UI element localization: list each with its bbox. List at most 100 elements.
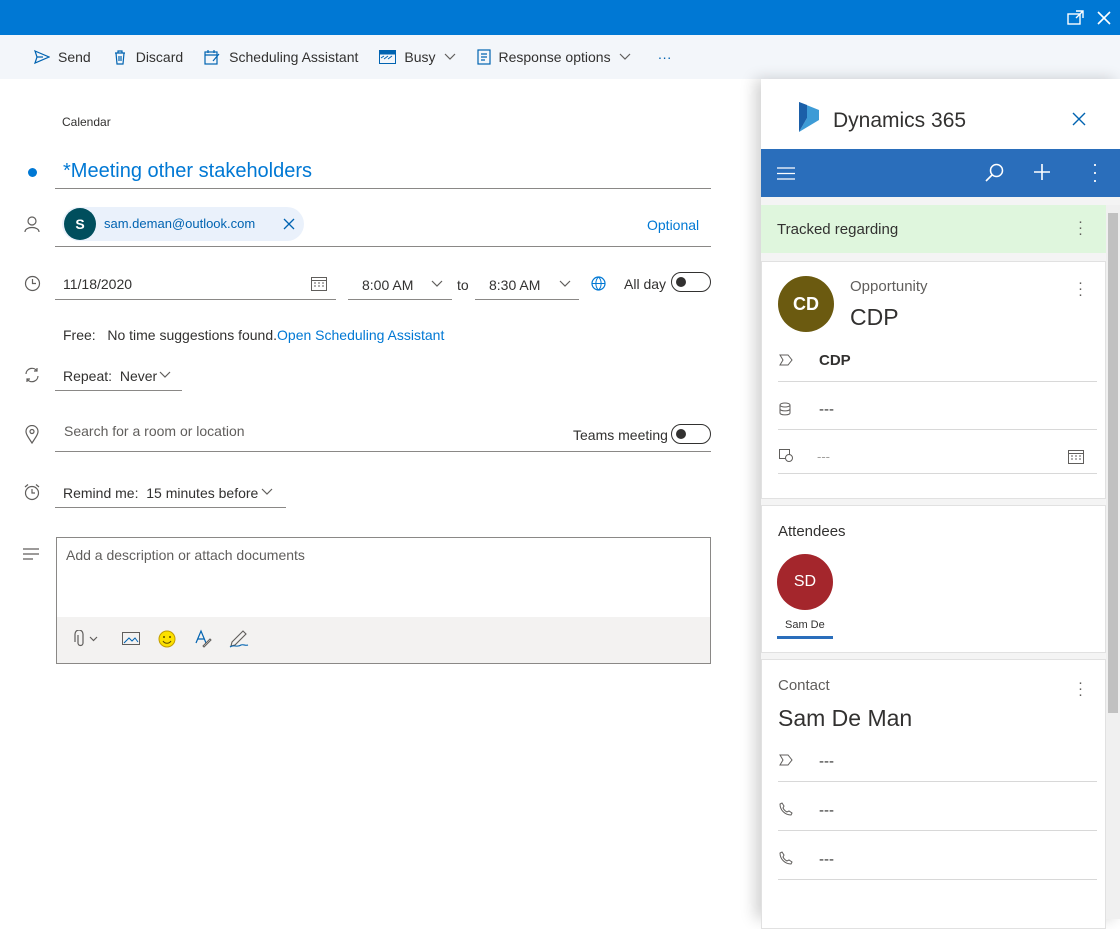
repeat-value: Never bbox=[119, 368, 158, 384]
remove-attendee-icon[interactable] bbox=[283, 218, 295, 230]
repeat-icon bbox=[25, 367, 39, 383]
dynamics-logo bbox=[799, 102, 819, 132]
time-zone-icon[interactable] bbox=[590, 275, 607, 292]
end-time-value: 8:30 AM bbox=[489, 277, 541, 293]
attendee-email: sam.deman@outlook.com bbox=[104, 216, 256, 231]
start-time-value: 8:00 AM bbox=[362, 277, 414, 293]
opportunity-more-icon[interactable]: · · · bbox=[1078, 275, 1083, 302]
attendee-selected-indicator bbox=[777, 636, 833, 639]
add-icon[interactable] bbox=[1033, 163, 1051, 181]
response-options-dropdown[interactable]: Response options bbox=[476, 49, 631, 65]
opportunity-topic-value: CDP bbox=[819, 352, 851, 369]
popout-icon[interactable] bbox=[1066, 8, 1086, 28]
calendar-color-dot bbox=[28, 168, 37, 177]
attendee-avatar: S bbox=[64, 208, 96, 240]
more-actions-button[interactable]: ··· bbox=[658, 49, 672, 65]
divider bbox=[778, 381, 1097, 382]
scrollbar-thumb[interactable] bbox=[1108, 213, 1118, 713]
free-text: No time suggestions found. bbox=[107, 327, 278, 343]
open-scheduling-link[interactable]: Open Scheduling Assistant bbox=[277, 327, 444, 343]
send-label: Send bbox=[58, 49, 91, 65]
opportunity-date-value[interactable]: --- bbox=[817, 449, 830, 464]
calendar-icon[interactable] bbox=[1068, 449, 1084, 464]
topic-icon bbox=[779, 754, 793, 766]
emoji-icon[interactable] bbox=[158, 630, 176, 648]
hamburger-menu-icon[interactable] bbox=[777, 167, 795, 180]
to-label: to bbox=[457, 277, 469, 293]
contact-more-icon[interactable]: · · · bbox=[1078, 675, 1083, 702]
scheduling-assistant-button[interactable]: Scheduling Assistant bbox=[204, 49, 358, 65]
window-titlebar bbox=[0, 0, 1120, 35]
remind-label: Remind me: bbox=[63, 485, 139, 501]
opportunity-field2-value: --- bbox=[819, 401, 834, 418]
nav-more-icon[interactable]: · · · bbox=[1092, 155, 1098, 189]
response-options-label: Response options bbox=[498, 49, 611, 65]
scheduling-assistant-label: Scheduling Assistant bbox=[229, 49, 359, 65]
chevron-down-icon bbox=[619, 53, 631, 60]
start-time-dropdown[interactable]: 8:00 AM bbox=[348, 269, 452, 300]
image-icon[interactable] bbox=[122, 631, 140, 646]
free-busy-line: Free: No time suggestions found.Open Sch… bbox=[63, 327, 444, 343]
title-input[interactable]: *Meeting other stakeholders bbox=[55, 155, 711, 189]
divider bbox=[778, 781, 1097, 782]
panel-scrollbar[interactable] bbox=[1106, 205, 1120, 919]
location-placeholder: Search for a room or location bbox=[64, 423, 245, 439]
date-value: 11/18/2020 bbox=[63, 276, 133, 292]
close-panel-icon[interactable] bbox=[1072, 112, 1086, 126]
repeat-text: Repeat: Never bbox=[63, 368, 157, 384]
attendees-card: Attendees SD Sam De bbox=[761, 505, 1106, 653]
repeat-dropdown[interactable]: Repeat: Never bbox=[55, 359, 182, 391]
end-time-dropdown[interactable]: 8:30 AM bbox=[475, 269, 579, 300]
contact-card: Contact Sam De Man · · · --- --- --- bbox=[761, 659, 1106, 929]
opportunity-type: Opportunity bbox=[850, 278, 928, 295]
meeting-form: Calendar *Meeting other stakeholders S s… bbox=[0, 79, 760, 919]
opportunity-name[interactable]: CDP bbox=[850, 304, 899, 331]
reminder-dropdown[interactable]: Remind me: 15 minutes before bbox=[55, 476, 286, 508]
banner-more-icon[interactable]: · · · bbox=[1078, 214, 1083, 241]
more-label: ··· bbox=[657, 49, 672, 65]
chevron-down-icon bbox=[431, 280, 443, 287]
app-name: Dynamics 365 bbox=[833, 109, 967, 132]
attendee-chip[interactable]: S sam.deman@outlook.com bbox=[62, 207, 304, 241]
alarm-icon bbox=[24, 484, 40, 501]
attach-icon[interactable] bbox=[73, 630, 101, 648]
close-window-icon[interactable] bbox=[1094, 8, 1114, 28]
teams-meeting-toggle[interactable] bbox=[671, 424, 711, 444]
chevron-down-icon bbox=[444, 53, 455, 60]
topic-icon bbox=[779, 354, 793, 366]
divider bbox=[778, 429, 1097, 430]
calendar-icon bbox=[311, 277, 327, 291]
description-editor[interactable]: Add a description or attach documents bbox=[56, 537, 711, 664]
attendee-sd-avatar[interactable]: SD bbox=[777, 554, 833, 610]
attendee-sd-name[interactable]: Sam De bbox=[785, 619, 825, 631]
editor-toolbar bbox=[57, 617, 710, 663]
busy-dropdown[interactable]: Busy bbox=[379, 49, 455, 65]
command-toolbar: Send Discard Scheduling Assistant Busy R… bbox=[0, 35, 1120, 79]
location-pin-icon bbox=[25, 425, 39, 444]
phone-icon bbox=[779, 851, 793, 865]
tracked-banner: Tracked regarding · · · bbox=[761, 205, 1106, 253]
signature-icon[interactable] bbox=[229, 629, 249, 648]
search-icon[interactable] bbox=[985, 163, 1004, 182]
contact-field1-value: --- bbox=[819, 753, 834, 770]
teams-meeting-label: Teams meeting bbox=[573, 427, 668, 443]
contact-field2-value: --- bbox=[819, 802, 834, 819]
title-text: *Meeting other stakeholders bbox=[63, 160, 313, 182]
divider bbox=[778, 830, 1097, 831]
description-icon bbox=[23, 548, 39, 560]
send-icon bbox=[34, 49, 50, 65]
discard-button[interactable]: Discard bbox=[112, 49, 183, 65]
remind-text: Remind me: 15 minutes before bbox=[63, 485, 258, 501]
all-day-toggle[interactable] bbox=[671, 272, 711, 292]
response-options-icon bbox=[476, 49, 491, 65]
contact-name[interactable]: Sam De Man bbox=[778, 705, 912, 732]
date-picker[interactable]: 11/18/2020 bbox=[55, 269, 336, 300]
busy-label: Busy bbox=[404, 49, 436, 65]
send-button[interactable]: Send bbox=[34, 49, 91, 65]
optional-link[interactable]: Optional bbox=[647, 217, 699, 233]
chevron-down-icon bbox=[159, 371, 171, 378]
opportunity-card: CD Opportunity CDP · · · CDP --- --- bbox=[761, 261, 1106, 499]
format-text-icon[interactable] bbox=[194, 629, 212, 648]
contact-field3-value: --- bbox=[819, 851, 834, 868]
calendar-label: Calendar bbox=[62, 115, 111, 129]
